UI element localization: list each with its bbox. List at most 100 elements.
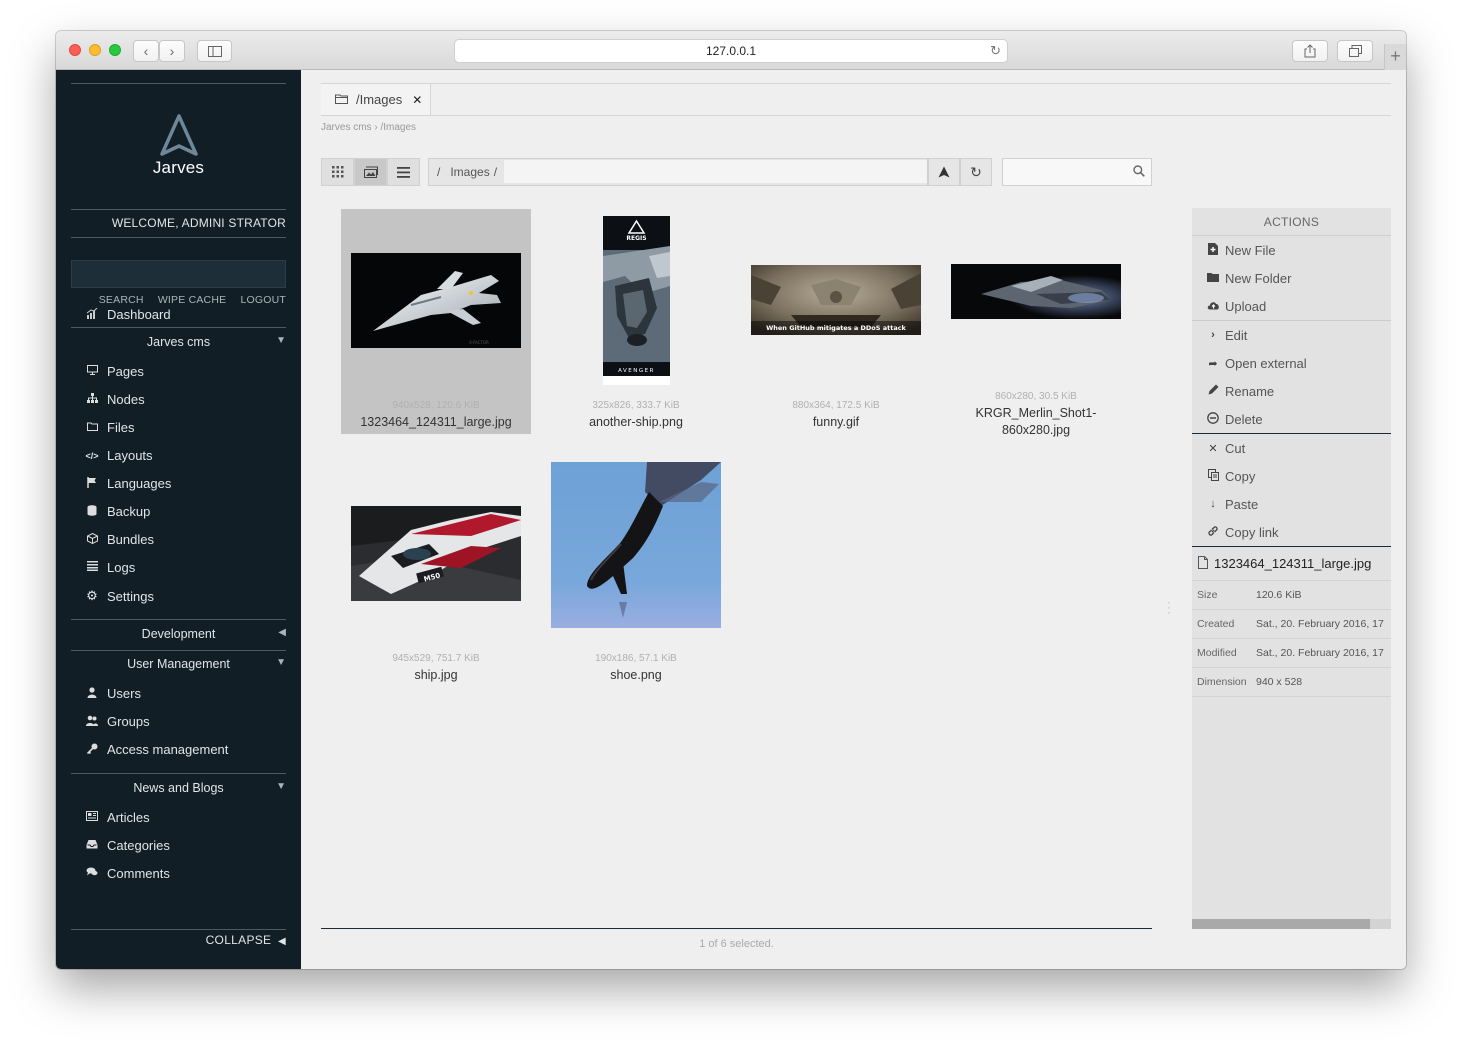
file-plus-icon (1206, 242, 1220, 258)
status-divider (321, 928, 1152, 929)
file-name: ship.jpg (414, 668, 458, 682)
sidebar-item-label: Users (107, 686, 141, 701)
sidebar-item-pages[interactable]: Pages (85, 364, 144, 379)
rename-action[interactable]: Rename (1192, 377, 1391, 405)
file-item[interactable]: 860x280, 30.5 KiB KRGR_Merlin_Shot1- 860… (941, 209, 1131, 449)
file-thumbnail (951, 264, 1121, 319)
info-row-size: Size 120.6 KiB (1192, 581, 1391, 610)
sidebar-search-input[interactable] (71, 260, 286, 288)
actions-title: ACTIONS (1192, 208, 1391, 236)
selected-file-name-text: 1323464_124311_large.jpg (1214, 556, 1372, 571)
file-meta: 190x186, 57.1 KiB (595, 653, 677, 664)
wipe-cache-link[interactable]: WIPE CACHE (158, 294, 227, 306)
file-item[interactable]: REGIS AVENGER 325x826, 333.7 KiB another… (541, 209, 731, 434)
file-search-input[interactable] (1002, 158, 1152, 186)
back-button[interactable]: ‹ (133, 40, 159, 62)
database-icon (85, 504, 99, 519)
sidebar-item-users[interactable]: Users (85, 686, 141, 701)
new-folder-action[interactable]: New Folder (1192, 264, 1391, 292)
file-name: KRGR_Merlin_Shot1- 860x280.jpg (941, 405, 1131, 439)
newspaper-icon (85, 811, 99, 824)
grid-view-button[interactable] (321, 158, 354, 186)
chevron-left-icon: ‹ (143, 43, 149, 59)
sidebar-item-bundles[interactable]: Bundles (85, 532, 154, 547)
new-file-action[interactable]: New File (1192, 236, 1391, 264)
sidebar-item-backup[interactable]: Backup (85, 504, 150, 519)
sidebar-toggle-button[interactable] (197, 40, 232, 62)
panel-horizontal-scrollbar[interactable] (1192, 919, 1391, 929)
paste-action[interactable]: ↓ Paste (1192, 490, 1391, 518)
path-input[interactable] (504, 160, 927, 183)
poster-title: AVENGER (618, 368, 655, 374)
delete-action[interactable]: Delete (1192, 405, 1391, 433)
chevron-down-icon: ▼ (276, 335, 286, 346)
cloud-upload-icon (1206, 300, 1220, 313)
file-item[interactable]: 190x186, 57.1 KiB shoe.png (541, 462, 731, 687)
minimize-window-button[interactable] (89, 44, 101, 56)
tabs-overview-button[interactable] (1337, 40, 1373, 62)
sidebar-item-layouts[interactable]: </> Layouts (85, 448, 152, 463)
section-user-management[interactable]: User Management ▼ (71, 657, 286, 671)
refresh-button[interactable]: ↻ (960, 158, 992, 186)
sidebar-item-nodes[interactable]: Nodes (85, 392, 145, 407)
zoom-window-button[interactable] (109, 44, 121, 56)
logout-link[interactable]: LOGOUT (240, 294, 286, 306)
address-bar[interactable]: 127.0.0.1 ↻ (454, 39, 1008, 63)
file-toolbar: / Images / ↻ (321, 158, 1152, 186)
cut-action[interactable]: ✕ Cut (1192, 434, 1391, 462)
copy-link-action[interactable]: Copy link (1192, 518, 1391, 546)
sidebar-item-files[interactable]: Files (85, 420, 134, 435)
up-directory-button[interactable] (928, 158, 960, 186)
scrollbar-thumb[interactable] (1192, 919, 1370, 929)
sidebar-item-groups[interactable]: Groups (85, 714, 150, 729)
sidebar-item-categories[interactable]: Categories (85, 838, 170, 853)
sidebar-item-articles[interactable]: Articles (85, 810, 150, 825)
share-arrow-icon: ➦ (1208, 357, 1218, 370)
section-development[interactable]: Development ◀ (71, 627, 286, 641)
selected-file-name: 1323464_124311_large.jpg (1192, 547, 1391, 581)
file-item[interactable]: X-FACTOR 940x528, 120.6 KiB 1323464_1243… (341, 209, 531, 434)
sidebar-item-settings[interactable]: ⚙ Settings (85, 588, 154, 604)
gif-caption: When GitHub mitigates a DDoS attack (766, 324, 906, 332)
minus-circle-icon (1206, 411, 1220, 427)
flag-icon (85, 476, 99, 491)
sidebar-item-comments[interactable]: Comments (85, 866, 170, 881)
reload-icon[interactable]: ↻ (990, 40, 1001, 62)
share-button[interactable] (1292, 40, 1328, 62)
sidebar-item-label: Backup (107, 504, 151, 519)
folder-icon (335, 92, 348, 107)
copy-action[interactable]: Copy (1192, 462, 1391, 490)
info-key: Dimension (1197, 676, 1247, 688)
section-jarves-cms[interactable]: Jarves cms ▼ (71, 335, 286, 349)
search-link[interactable]: SEARCH (99, 294, 144, 306)
forward-button[interactable]: › (159, 40, 185, 62)
file-thumbnail: REGIS AVENGER (603, 216, 670, 385)
action-label: Copy (1225, 468, 1256, 484)
path-root[interactable]: / (437, 165, 440, 179)
edit-action[interactable]: › Edit (1192, 321, 1391, 349)
upload-action[interactable]: Upload (1192, 292, 1391, 320)
list-view-button[interactable] (387, 158, 420, 186)
arrow-down-icon: ↓ (1210, 498, 1216, 510)
comments-icon (85, 867, 99, 880)
sidebar-item-logs[interactable]: Logs (85, 560, 135, 575)
collapse-sidebar-button[interactable]: COLLAPSE ◀ (206, 933, 286, 947)
sidebar-item-dashboard[interactable]: Dashboard (85, 307, 171, 322)
section-news-and-blogs[interactable]: News and Blogs ▼ (71, 781, 286, 795)
tab-images[interactable]: /Images ✕ (321, 84, 431, 115)
open-external-action[interactable]: ➦ Open external (1192, 349, 1391, 377)
thumbnail-view-button[interactable] (354, 158, 387, 186)
new-tab-button[interactable]: + (1384, 44, 1406, 70)
breadcrumb-root[interactable]: Jarves cms (321, 122, 372, 133)
panel-resize-handle[interactable]: · · · (1167, 596, 1171, 618)
sidebar-item-label: Settings (107, 588, 154, 604)
close-tab-icon[interactable]: ✕ (412, 93, 422, 107)
sidebar-item-access-management[interactable]: Access management (85, 742, 228, 757)
file-item[interactable]: When GitHub mitigates a DDoS attack 880x… (741, 209, 931, 434)
sidebar-item-label: Dashboard (107, 307, 171, 322)
path-segment-images[interactable]: Images (450, 165, 489, 179)
jarves-logo (56, 114, 301, 163)
file-item[interactable]: M50 945x529, 751.7 KiB ship.jpg (341, 462, 531, 687)
sidebar-item-languages[interactable]: Languages (85, 476, 171, 491)
close-window-button[interactable] (69, 44, 81, 56)
